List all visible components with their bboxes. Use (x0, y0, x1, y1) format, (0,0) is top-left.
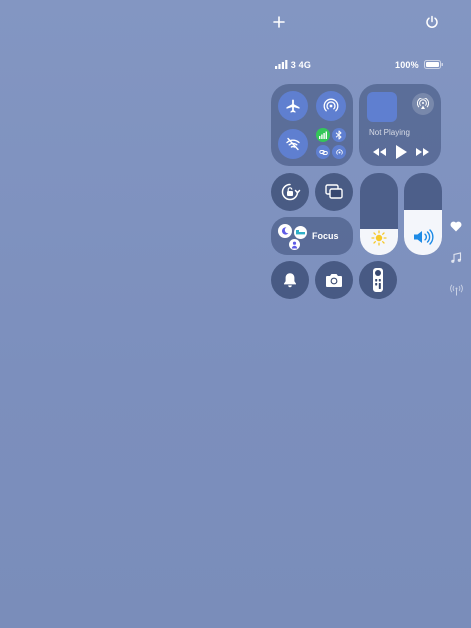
person-icon (289, 239, 300, 250)
status-battery: 100% (395, 60, 444, 70)
airplay-icon (417, 98, 429, 109)
play-button[interactable] (394, 144, 408, 160)
bluetooth-icon (335, 130, 342, 140)
airplay-button[interactable] (412, 93, 434, 115)
link-icon (318, 149, 328, 155)
link-button[interactable] (316, 145, 330, 159)
apple-tv-remote-button[interactable] (359, 261, 397, 299)
alarm-button[interactable] (271, 261, 309, 299)
rotation-lock-button[interactable] (271, 173, 309, 211)
brightness-slider[interactable] (360, 173, 398, 255)
music-note-icon (451, 252, 462, 263)
bed-icon (294, 226, 307, 239)
plus-icon (273, 16, 285, 28)
antenna-icon (450, 284, 463, 296)
rotation-lock-icon (281, 183, 301, 201)
fast-forward-button[interactable] (415, 146, 431, 158)
status-signal: 3 4G (275, 60, 311, 70)
power-icon (426, 15, 438, 28)
album-art (367, 92, 397, 122)
volume-slider[interactable] (404, 173, 442, 255)
hotspot-icon (335, 148, 343, 155)
camera-icon (326, 274, 342, 287)
airplane-icon (286, 99, 300, 113)
fast-forward-icon (416, 148, 429, 156)
battery-percent: 100% (395, 60, 419, 70)
heart-icon (450, 221, 462, 232)
connectivity-page-button[interactable] (450, 284, 463, 296)
now-playing-status: Not Playing (369, 128, 410, 137)
airdrop-button[interactable] (316, 91, 346, 121)
bluetooth-button[interactable] (332, 128, 346, 142)
camera-button[interactable] (315, 261, 353, 299)
sun-icon (371, 230, 387, 246)
airplane-mode-button[interactable] (278, 91, 308, 121)
carrier-label: 3 4G (290, 60, 312, 70)
bell-icon (284, 273, 296, 288)
screen-mirroring-button[interactable] (315, 173, 353, 211)
add-button[interactable] (272, 15, 286, 29)
cellular-data-button[interactable] (316, 128, 330, 142)
rewind-icon (373, 148, 386, 156)
focus-label: Focus (312, 231, 339, 241)
airdrop-icon (323, 98, 339, 112)
wifi-off-icon (286, 137, 300, 151)
signal-bars-icon (275, 60, 288, 69)
play-icon (396, 145, 407, 159)
favorites-button[interactable] (450, 221, 462, 232)
screen-mirroring-icon (325, 184, 343, 199)
moon-icon (278, 224, 292, 238)
battery-icon (423, 60, 443, 69)
cellular-icon (319, 131, 327, 139)
wifi-button[interactable] (278, 129, 308, 159)
hotspot-button[interactable] (332, 145, 346, 159)
remote-icon (373, 268, 383, 292)
music-button[interactable] (450, 252, 462, 264)
rewind-button[interactable] (371, 146, 387, 158)
power-button[interactable] (424, 14, 440, 30)
speaker-icon (414, 229, 434, 245)
